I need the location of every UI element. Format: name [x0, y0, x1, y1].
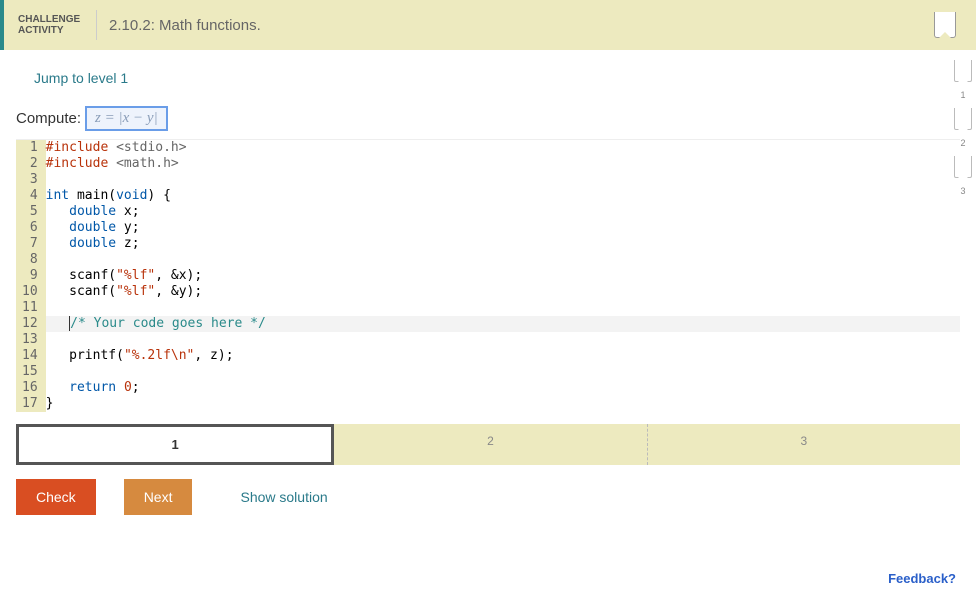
level-marker-icon[interactable] [954, 108, 972, 130]
code-line[interactable]: /* Your code goes here */ [46, 316, 960, 332]
code-line[interactable]: double x; [46, 204, 960, 220]
jump-to-level-link[interactable]: Jump to level 1 [16, 50, 960, 106]
code-line[interactable] [46, 364, 960, 380]
step-progress-row: 123 [16, 424, 960, 465]
code-line[interactable] [46, 332, 960, 348]
code-line[interactable]: return 0; [46, 380, 960, 396]
code-line[interactable]: double y; [46, 220, 960, 236]
code-line[interactable]: } [46, 396, 960, 412]
challenge-activity-label: CHALLENGE ACTIVITY [14, 14, 84, 36]
challenge-label-line2: ACTIVITY [18, 25, 84, 36]
feedback-link[interactable]: Feedback? [888, 571, 956, 586]
compute-prompt: Compute: z = |x − y| [16, 106, 960, 139]
line-number: 6 [22, 220, 38, 236]
side-level-markers: 1 2 3 [954, 60, 972, 196]
line-number: 1 [22, 140, 38, 156]
line-number: 17 [22, 396, 38, 412]
challenge-label-line1: CHALLENGE [18, 14, 84, 25]
code-editor[interactable]: 1234567891011121314151617 #include <stdi… [16, 139, 960, 412]
code-line[interactable]: #include <stdio.h> [46, 140, 960, 156]
step-cell-2[interactable]: 2 [334, 424, 647, 465]
line-number: 7 [22, 236, 38, 252]
level-marker-label: 2 [960, 138, 965, 148]
line-number: 12 [22, 316, 38, 332]
line-number: 16 [22, 380, 38, 396]
line-number-gutter: 1234567891011121314151617 [16, 140, 46, 412]
code-line[interactable]: scanf("%lf", &x); [46, 268, 960, 284]
check-button[interactable]: Check [16, 479, 96, 515]
show-solution-link[interactable]: Show solution [240, 489, 327, 505]
code-line[interactable]: printf("%.2lf\n", z); [46, 348, 960, 364]
level-marker-icon[interactable] [954, 60, 972, 82]
header-divider [96, 10, 97, 40]
line-number: 10 [22, 284, 38, 300]
button-row: Check Next Show solution [16, 479, 960, 515]
next-button[interactable]: Next [124, 479, 193, 515]
line-number: 4 [22, 188, 38, 204]
code-line[interactable]: scanf("%lf", &y); [46, 284, 960, 300]
code-line[interactable]: #include <math.h> [46, 156, 960, 172]
compute-prefix: Compute: [16, 110, 81, 127]
code-line[interactable] [46, 252, 960, 268]
line-number: 15 [22, 364, 38, 380]
content-area: Jump to level 1 Compute: z = |x − y| 123… [0, 50, 976, 515]
bookmark-icon[interactable] [934, 12, 956, 38]
level-marker-icon[interactable] [954, 156, 972, 178]
formula-box[interactable]: z = |x − y| [85, 106, 168, 131]
line-number: 8 [22, 252, 38, 268]
code-area[interactable]: #include <stdio.h>#include <math.h> int m… [46, 140, 960, 412]
line-number: 5 [22, 204, 38, 220]
step-cell-1[interactable]: 1 [16, 424, 334, 465]
activity-title: 2.10.2: Math functions. [109, 17, 261, 34]
code-line[interactable] [46, 172, 960, 188]
level-marker-label: 1 [960, 90, 965, 100]
code-line[interactable]: int main(void) { [46, 188, 960, 204]
line-number: 3 [22, 172, 38, 188]
code-line[interactable]: double z; [46, 236, 960, 252]
line-number: 11 [22, 300, 38, 316]
level-marker-label: 3 [960, 186, 965, 196]
activity-header: CHALLENGE ACTIVITY 2.10.2: Math function… [0, 0, 976, 50]
code-line[interactable] [46, 300, 960, 316]
line-number: 14 [22, 348, 38, 364]
line-number: 13 [22, 332, 38, 348]
line-number: 9 [22, 268, 38, 284]
line-number: 2 [22, 156, 38, 172]
step-cell-3[interactable]: 3 [648, 424, 960, 465]
